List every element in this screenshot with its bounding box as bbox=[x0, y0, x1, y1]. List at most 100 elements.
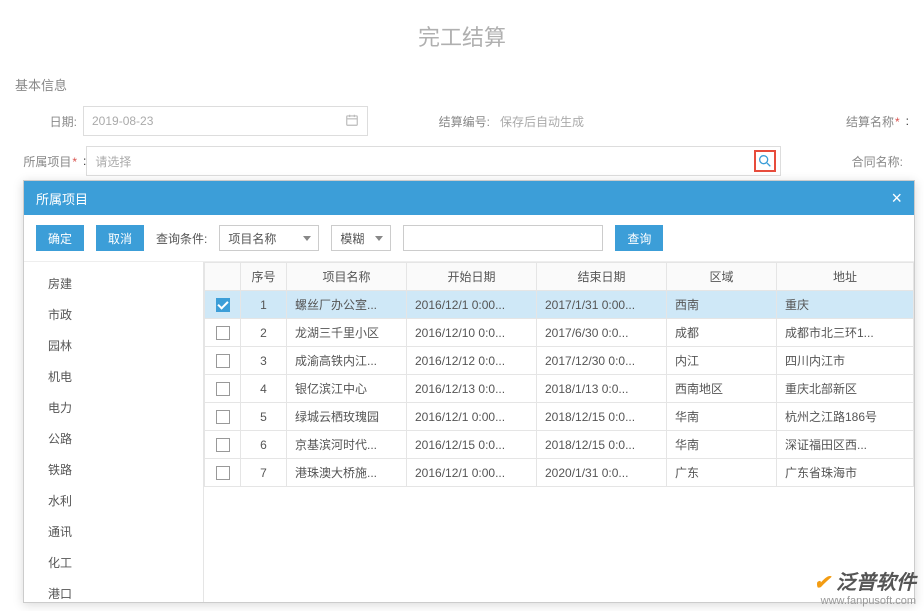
cell-end: 2017/12/30 0:0... bbox=[537, 347, 667, 375]
query-field-select[interactable]: 项目名称 bbox=[219, 225, 319, 251]
cell-region: 华南 bbox=[667, 431, 777, 459]
category-sidebar: 房建市政园林机电电力公路铁路水利通讯化工港口装饰 bbox=[24, 262, 204, 602]
cell-name: 螺丝厂办公室... bbox=[287, 291, 407, 319]
row-checkbox[interactable] bbox=[216, 326, 230, 340]
cell-seq: 1 bbox=[241, 291, 287, 319]
cell-addr: 四川内江市 bbox=[777, 347, 914, 375]
cell-end: 2017/1/31 0:00... bbox=[537, 291, 667, 319]
cell-start: 2016/12/1 0:00... bbox=[407, 291, 537, 319]
cell-region: 华南 bbox=[667, 403, 777, 431]
query-button[interactable]: 查询 bbox=[615, 225, 663, 251]
cell-start: 2016/12/10 0:0... bbox=[407, 319, 537, 347]
search-condition-label: 查询条件: bbox=[156, 230, 207, 247]
cell-addr: 重庆北部新区 bbox=[777, 375, 914, 403]
label-settlement-name: 结算名称 bbox=[838, 113, 906, 130]
sidebar-item[interactable]: 化工 bbox=[24, 547, 203, 578]
cell-region: 西南地区 bbox=[667, 375, 777, 403]
sidebar-item[interactable]: 房建 bbox=[24, 268, 203, 299]
cell-start: 2016/12/12 0:0... bbox=[407, 347, 537, 375]
sidebar-item[interactable]: 市政 bbox=[24, 299, 203, 330]
sidebar-item[interactable]: 水利 bbox=[24, 485, 203, 516]
label-date: 日期: bbox=[15, 113, 83, 130]
date-input[interactable]: 2019-08-23 bbox=[83, 106, 368, 136]
cell-start: 2016/12/1 0:00... bbox=[407, 459, 537, 487]
query-mode-select[interactable]: 模糊 bbox=[331, 225, 391, 251]
sidebar-item[interactable]: 公路 bbox=[24, 423, 203, 454]
row-checkbox[interactable] bbox=[216, 438, 230, 452]
section-basic-info: 基本信息 bbox=[15, 67, 909, 106]
modal-title: 所属项目 bbox=[36, 189, 88, 208]
project-search-button[interactable] bbox=[754, 150, 776, 172]
cell-end: 2018/1/13 0:0... bbox=[537, 375, 667, 403]
cell-addr: 广东省珠海市 bbox=[777, 459, 914, 487]
project-input[interactable]: 请选择 bbox=[86, 146, 781, 176]
cell-region: 内江 bbox=[667, 347, 777, 375]
form-section: 基本信息 日期: 2019-08-23 结算编号: 保存后自动生成 结算名称 :… bbox=[0, 67, 924, 176]
cell-addr: 重庆 bbox=[777, 291, 914, 319]
label-settlement-no: 结算编号: bbox=[428, 113, 496, 130]
cell-start: 2016/12/1 0:00... bbox=[407, 403, 537, 431]
row-checkbox[interactable] bbox=[216, 410, 230, 424]
table-row[interactable]: 7港珠澳大桥施...2016/12/1 0:00...2020/1/31 0:0… bbox=[205, 459, 914, 487]
table-header-row: 序号 项目名称 开始日期 结束日期 区域 地址 bbox=[205, 263, 914, 291]
sidebar-item[interactable]: 电力 bbox=[24, 392, 203, 423]
row-checkbox[interactable] bbox=[216, 354, 230, 368]
cell-name: 银亿滨江中心 bbox=[287, 375, 407, 403]
sidebar-item[interactable]: 港口 bbox=[24, 578, 203, 602]
cell-region: 西南 bbox=[667, 291, 777, 319]
cell-name: 绿城云栖玫瑰园 bbox=[287, 403, 407, 431]
cell-seq: 5 bbox=[241, 403, 287, 431]
col-seq: 序号 bbox=[241, 263, 287, 291]
cell-end: 2018/12/15 0:0... bbox=[537, 403, 667, 431]
query-text-input[interactable] bbox=[403, 225, 603, 251]
cell-addr: 深证福田区西... bbox=[777, 431, 914, 459]
cell-seq: 4 bbox=[241, 375, 287, 403]
modal-toolbar: 确定 取消 查询条件: 项目名称 模糊 查询 bbox=[24, 215, 914, 262]
sidebar-item[interactable]: 机电 bbox=[24, 361, 203, 392]
table-row[interactable]: 1螺丝厂办公室...2016/12/1 0:00...2017/1/31 0:0… bbox=[205, 291, 914, 319]
calendar-icon[interactable] bbox=[345, 113, 359, 130]
cell-name: 京基滨河时代... bbox=[287, 431, 407, 459]
label-project: 所属项目 bbox=[15, 153, 83, 170]
sidebar-item[interactable]: 园林 bbox=[24, 330, 203, 361]
col-region: 区域 bbox=[667, 263, 777, 291]
label-contract-name: 合同名称: bbox=[841, 153, 909, 170]
row-checkbox[interactable] bbox=[216, 298, 230, 312]
search-icon bbox=[757, 153, 773, 169]
col-checkbox bbox=[205, 263, 241, 291]
cell-start: 2016/12/15 0:0... bbox=[407, 431, 537, 459]
cell-region: 广东 bbox=[667, 459, 777, 487]
cell-addr: 成都市北三环1... bbox=[777, 319, 914, 347]
col-start: 开始日期 bbox=[407, 263, 537, 291]
col-addr: 地址 bbox=[777, 263, 914, 291]
ok-button[interactable]: 确定 bbox=[36, 225, 84, 251]
cell-name: 龙湖三千里小区 bbox=[287, 319, 407, 347]
table-row[interactable]: 5绿城云栖玫瑰园2016/12/1 0:00...2018/12/15 0:0.… bbox=[205, 403, 914, 431]
settlement-no-placeholder: 保存后自动生成 bbox=[496, 113, 584, 130]
project-table: 序号 项目名称 开始日期 结束日期 区域 地址 1螺丝厂办公室...2016/1… bbox=[204, 262, 914, 602]
row-checkbox[interactable] bbox=[216, 382, 230, 396]
col-name: 项目名称 bbox=[287, 263, 407, 291]
cell-start: 2016/12/13 0:0... bbox=[407, 375, 537, 403]
row-checkbox[interactable] bbox=[216, 466, 230, 480]
sidebar-item[interactable]: 通讯 bbox=[24, 516, 203, 547]
cell-end: 2020/1/31 0:0... bbox=[537, 459, 667, 487]
table-row[interactable]: 4银亿滨江中心2016/12/13 0:0...2018/1/13 0:0...… bbox=[205, 375, 914, 403]
modal-header: 所属项目 × bbox=[24, 181, 914, 215]
project-placeholder: 请选择 bbox=[95, 153, 131, 170]
table-row[interactable]: 3成渝高铁内江...2016/12/12 0:0...2017/12/30 0:… bbox=[205, 347, 914, 375]
cell-region: 成都 bbox=[667, 319, 777, 347]
cancel-button[interactable]: 取消 bbox=[96, 225, 144, 251]
cell-end: 2017/6/30 0:0... bbox=[537, 319, 667, 347]
page-title: 完工结算 bbox=[0, 0, 924, 67]
project-modal: 所属项目 × 确定 取消 查询条件: 项目名称 模糊 查询 房建市政园林机电电力… bbox=[23, 180, 915, 603]
cell-addr: 杭州之江路186号 bbox=[777, 403, 914, 431]
table-row[interactable]: 6京基滨河时代...2016/12/15 0:0...2018/12/15 0:… bbox=[205, 431, 914, 459]
cell-name: 成渝高铁内江... bbox=[287, 347, 407, 375]
close-icon[interactable]: × bbox=[891, 188, 902, 209]
date-value: 2019-08-23 bbox=[92, 114, 153, 128]
cell-seq: 6 bbox=[241, 431, 287, 459]
cell-end: 2018/12/15 0:0... bbox=[537, 431, 667, 459]
sidebar-item[interactable]: 铁路 bbox=[24, 454, 203, 485]
table-row[interactable]: 2龙湖三千里小区2016/12/10 0:0...2017/6/30 0:0..… bbox=[205, 319, 914, 347]
